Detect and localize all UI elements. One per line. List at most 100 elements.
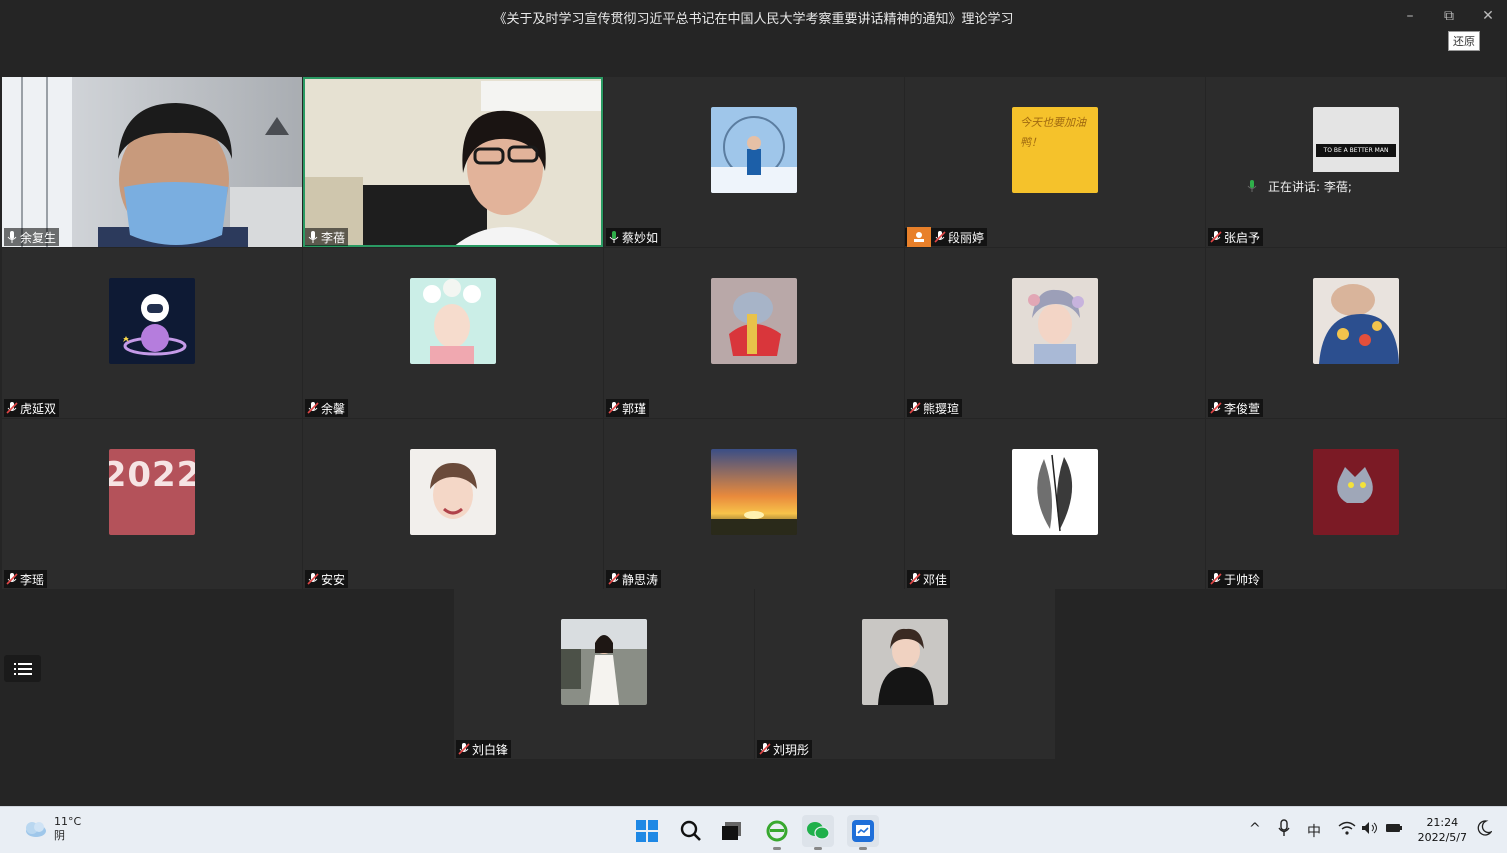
participant-name: 于帅玲 (1224, 572, 1261, 587)
meeting-app-taskbar-button[interactable] (847, 815, 879, 850)
participant-name-tag: 余馨 (305, 399, 349, 417)
participant-name: 蔡妙如 (622, 230, 659, 245)
speaking-indicator: 正在讲话: 李蓓; (1238, 172, 1476, 200)
participant-avatar (711, 449, 797, 535)
meeting-app-icon (852, 820, 874, 842)
participant-name: 刘玥彤 (773, 742, 810, 757)
participant-name-tag: 安安 (305, 570, 349, 588)
participant-avatar (711, 278, 797, 364)
participant-list-button[interactable] (4, 655, 41, 682)
battery-button[interactable] (1385, 821, 1403, 839)
battery-icon (1386, 824, 1402, 832)
participant-tile[interactable]: 2022 李瑶 (2, 419, 302, 589)
participant-name-tag: 刘白锋 (456, 740, 512, 758)
participant-name: 虎延双 (20, 401, 57, 416)
muted-microphone-icon (458, 743, 470, 755)
browser-icon (766, 820, 788, 842)
participant-tile[interactable]: 刘白锋 (454, 589, 754, 759)
participant-tile[interactable]: 虎延双 (2, 248, 302, 418)
participant-avatar (410, 278, 496, 364)
muted-microphone-icon (608, 573, 620, 585)
muted-microphone-icon (759, 743, 771, 755)
window-title: 《关于及时学习宣传贯彻习近平总书记在中国人民大学考察重要讲话精神的通知》理论学习 (493, 12, 1014, 27)
muted-microphone-icon (6, 402, 18, 414)
participant-tile[interactable]: 余馨 (303, 248, 603, 418)
wechat-taskbar-button[interactable] (802, 815, 834, 850)
minimize-button[interactable]: – (1391, 4, 1429, 28)
participant-tile[interactable]: 今天也要加油鸭！ 段丽婷 (905, 77, 1205, 247)
notification-button[interactable] (1476, 820, 1493, 840)
participant-avatar: 今天也要加油鸭！ (1012, 107, 1098, 193)
participant-name: 静思涛 (622, 572, 659, 587)
browser-taskbar-button[interactable] (761, 815, 793, 850)
muted-microphone-icon (909, 402, 921, 414)
muted-microphone-icon (1210, 231, 1222, 243)
participant-tile[interactable]: TO BE A BETTER MAN 张启予 (1206, 77, 1506, 247)
microphone-icon (1278, 819, 1290, 836)
participant-name: 李俊萱 (1224, 401, 1261, 416)
start-button[interactable] (631, 815, 663, 847)
microphone-icon (609, 231, 619, 243)
participant-name-tag: 余复生 (4, 228, 60, 246)
participant-tile[interactable]: 蔡妙如 (604, 77, 904, 247)
muted-microphone-icon (909, 573, 921, 585)
muted-microphone-icon (1210, 573, 1222, 585)
close-button[interactable]: ✕ (1469, 4, 1507, 28)
muted-microphone-icon (307, 573, 319, 585)
participant-tile[interactable]: 熊璎瑄 (905, 248, 1205, 418)
task-view-button[interactable] (716, 815, 748, 847)
participant-name: 余馨 (321, 401, 346, 416)
show-hidden-icons-button[interactable]: ^ (1249, 821, 1261, 837)
search-icon (680, 820, 701, 841)
participant-tile[interactable]: 静思涛 (604, 419, 904, 589)
participant-avatar (410, 449, 496, 535)
microphone-tray-button[interactable] (1278, 819, 1290, 841)
participant-tile[interactable]: 余复生 (2, 77, 302, 247)
participant-name-tag: 段丽婷 (905, 227, 988, 247)
participant-avatar (561, 619, 647, 705)
participant-name-tag: 李俊萱 (1208, 399, 1264, 417)
participant-tile[interactable]: 于帅玲 (1206, 419, 1506, 589)
volume-icon (1362, 822, 1377, 834)
participant-name-tag: 静思涛 (606, 570, 662, 588)
participant-tile[interactable]: 李俊萱 (1206, 248, 1506, 418)
participant-avatar (1313, 278, 1399, 364)
participant-tile[interactable]: 刘玥彤 (755, 589, 1055, 759)
muted-microphone-icon (608, 402, 620, 414)
participant-name: 刘白锋 (472, 742, 509, 757)
volume-button[interactable] (1361, 821, 1379, 839)
participant-name: 安安 (321, 572, 346, 587)
muted-microphone-icon (1210, 402, 1222, 414)
moon-icon (1477, 820, 1493, 836)
avatar-caption: TO BE A BETTER MAN (1316, 143, 1396, 157)
meeting-window: 《关于及时学习宣传贯彻习近平总书记在中国人民大学考察重要讲话精神的通知》理论学习… (0, 0, 1507, 806)
clock-date: 2022/5/7 (1417, 831, 1467, 844)
weather-description: 阴 (54, 829, 65, 842)
participant-name-tag: 邓佳 (907, 570, 951, 588)
participant-tile-active[interactable]: 李蓓 (303, 77, 603, 247)
restore-button[interactable]: ⧉ (1430, 4, 1468, 28)
wifi-button[interactable] (1338, 821, 1356, 839)
participant-name-tag: 刘玥彤 (757, 740, 813, 758)
participant-name: 余复生 (20, 230, 57, 245)
muted-microphone-icon (6, 573, 18, 585)
weather-widget[interactable]: 11°C 阴 (22, 815, 81, 843)
weather-temperature: 11°C (54, 815, 82, 828)
microphone-icon (308, 231, 318, 243)
participant-name-tag: 李瑶 (4, 570, 48, 588)
participant-name: 张启予 (1224, 230, 1261, 245)
muted-microphone-icon (934, 231, 946, 243)
video-feed (303, 77, 603, 247)
participant-avatar (711, 107, 797, 193)
search-button[interactable] (675, 815, 707, 847)
input-method-button[interactable]: 中 (1307, 821, 1321, 841)
participant-tile[interactable]: 安安 (303, 419, 603, 589)
participant-avatar (109, 278, 195, 364)
system-clock[interactable]: 21:24 2022/5/7 (1418, 815, 1467, 845)
participant-tile[interactable]: 邓佳 (905, 419, 1205, 589)
title-bar: 《关于及时学习宣传贯彻习近平总书记在中国人民大学考察重要讲话精神的通知》理论学习… (0, 0, 1507, 51)
task-view-icon (722, 822, 741, 840)
host-badge (907, 227, 931, 247)
participant-tile[interactable]: 郭瑾 (604, 248, 904, 418)
list-icon (13, 662, 32, 675)
